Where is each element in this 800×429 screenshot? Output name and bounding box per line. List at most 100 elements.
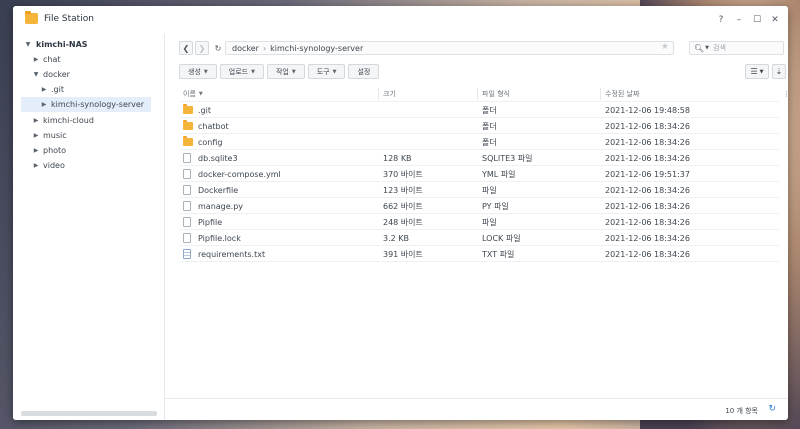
tree-root-label: kimchi-NAS xyxy=(36,40,88,49)
caret-down-icon[interactable]: ▼ xyxy=(31,71,41,78)
file-type: 파일 xyxy=(482,185,497,195)
column-header-modified[interactable]: 수정된 날짜 xyxy=(605,86,639,102)
chevron-right-icon: ❯ xyxy=(198,43,206,53)
folder-app-icon xyxy=(25,11,38,24)
sidebar-item-kimchi-synology-server[interactable]: ▶ kimchi-synology-server xyxy=(21,97,151,112)
file-type: 폴더 xyxy=(482,121,497,131)
file-type: PY 파일 xyxy=(482,201,509,211)
table-row[interactable]: Dockerfile 123 바이트 파일 2021-12-06 18:34:26 xyxy=(179,182,779,198)
caret-right-icon[interactable]: ▶ xyxy=(31,117,41,124)
settings-button[interactable]: 설정 xyxy=(348,64,380,79)
caret-right-icon[interactable]: ▶ xyxy=(31,56,41,63)
sidebar-item-label: kimchi-synology-server xyxy=(51,100,145,109)
sidebar-item-label: video xyxy=(43,161,65,170)
tools-button[interactable]: 도구 ▼ xyxy=(307,64,346,79)
file-name: Pipfile.lock xyxy=(198,233,241,243)
caret-right-icon[interactable]: ▶ xyxy=(31,162,41,169)
file-name: chatbot xyxy=(198,121,229,131)
settings-label: 설정 xyxy=(357,67,371,76)
close-button[interactable]: ✕ xyxy=(768,13,782,27)
table-row[interactable]: Pipfile.lock 3.2 KB LOCK 파일 2021-12-06 18:3… xyxy=(179,230,779,246)
file-name-cell[interactable]: docker-compose.yml xyxy=(183,166,281,182)
create-button[interactable]: 생성 ▼ xyxy=(179,64,217,79)
table-row[interactable]: .git 폴더 2021-12-06 19:48:58 xyxy=(179,102,779,118)
file-name-cell[interactable]: Pipfile.lock xyxy=(183,230,241,246)
column-divider[interactable] xyxy=(477,88,478,100)
path-segment-current[interactable]: kimchi-synology-server xyxy=(270,44,363,53)
table-row[interactable]: requirements.txt 391 바이트 TXT 파일 2021-12-06 … xyxy=(179,246,779,262)
window-title: File Station xyxy=(44,14,94,24)
sidebar-item-music[interactable]: ▶ music xyxy=(31,128,161,143)
sidebar-item-video[interactable]: ▶ video xyxy=(31,158,161,173)
folder-tree-sidebar: ▼ kimchi-NAS ▶ chat ▼ docker ▶ .git ▶ ki… xyxy=(13,34,165,420)
table-row[interactable]: config 폴더 2021-12-06 18:34:26 xyxy=(179,134,779,150)
table-row[interactable]: docker-compose.yml 370 바이트 YML 파일 2021-12-0… xyxy=(179,166,779,182)
caret-down-icon[interactable]: ▼ xyxy=(23,41,33,48)
view-mode-button[interactable]: ☰ ▼ xyxy=(745,64,769,79)
file-modified: 2021-12-06 19:51:37 xyxy=(605,169,690,179)
sort-button[interactable]: ⇣ xyxy=(772,64,786,79)
maximize-button[interactable]: ☐ xyxy=(750,13,764,27)
search-input[interactable]: 🔍︎ ▼ 검색 xyxy=(689,41,784,55)
caret-down-icon: ▼ xyxy=(759,68,764,75)
file-list-table: 이름 ▼ 크기 파일 형식 수정된 날짜 ⋮ .git 폴더 2021-12-06 1… xyxy=(179,86,788,262)
forward-button[interactable]: ❯ xyxy=(195,41,209,55)
sidebar-item-git[interactable]: ▶ .git xyxy=(39,82,161,97)
sidebar-item-docker[interactable]: ▼ docker xyxy=(31,67,161,82)
file-name: config xyxy=(198,137,223,147)
file-name-cell[interactable]: config xyxy=(183,134,222,150)
table-header: 이름 ▼ 크기 파일 형식 수정된 날짜 ⋮ xyxy=(179,86,788,102)
folder-icon xyxy=(183,104,193,114)
help-button[interactable]: ? xyxy=(714,13,728,27)
file-modified: 2021-12-06 18:34:26 xyxy=(605,201,690,211)
file-modified: 2021-12-06 18:34:26 xyxy=(605,249,690,259)
table-row[interactable]: manage.py 662 바이트 PY 파일 2021-12-06 18:34:26 xyxy=(179,198,779,214)
caret-right-icon[interactable]: ▶ xyxy=(39,86,49,93)
back-button[interactable]: ❮ xyxy=(179,41,193,55)
status-footer: 10 개 항목 ↻ xyxy=(165,398,788,420)
file-name-cell[interactable]: manage.py xyxy=(183,198,243,214)
file-size: 123 바이트 xyxy=(383,185,423,195)
file-type: YML 파일 xyxy=(482,169,516,179)
file-icon xyxy=(183,201,191,211)
caret-right-icon[interactable]: ▶ xyxy=(39,101,49,108)
refresh-path-button[interactable]: ↻ xyxy=(211,41,225,55)
sidebar-horizontal-scrollbar[interactable] xyxy=(21,411,157,416)
caret-right-icon[interactable]: ▶ xyxy=(31,147,41,154)
sidebar-item-photo[interactable]: ▶ photo xyxy=(31,143,161,158)
txt-icon xyxy=(183,249,191,259)
caret-right-icon[interactable]: ▶ xyxy=(31,132,41,139)
sidebar-item-kimchi-cloud[interactable]: ▶ kimchi-cloud xyxy=(31,113,161,128)
caret-down-icon[interactable]: ▼ xyxy=(705,45,709,51)
table-row[interactable]: chatbot 폴더 2021-12-06 18:34:26 xyxy=(179,118,779,134)
action-button[interactable]: 작업 ▼ xyxy=(266,64,305,79)
file-name-cell[interactable]: requirements.txt xyxy=(183,246,265,262)
window-controls: ? – ☐ ✕ xyxy=(714,13,782,27)
sidebar-item-chat[interactable]: ▶ chat xyxy=(31,52,161,67)
column-header-name[interactable]: 이름 ▼ xyxy=(183,86,203,102)
file-name-cell[interactable]: .git xyxy=(183,102,211,118)
main-panel: ❮ ❯ ↻ docker › kimchi-synology-server ★ … xyxy=(165,34,788,420)
tree-root-kimchi-nas[interactable]: ▼ kimchi-NAS xyxy=(23,37,163,52)
file-name-cell[interactable]: Dockerfile xyxy=(183,182,238,198)
star-icon[interactable]: ★ xyxy=(661,42,669,52)
more-columns-icon[interactable]: ⋮ xyxy=(783,86,788,102)
column-divider[interactable] xyxy=(378,88,379,100)
file-name-cell[interactable]: chatbot xyxy=(183,118,229,134)
column-divider[interactable] xyxy=(600,88,601,100)
file-size: 3.2 KB xyxy=(383,233,409,243)
refresh-icon[interactable]: ↻ xyxy=(768,404,776,414)
column-header-type[interactable]: 파일 형식 xyxy=(482,86,510,102)
path-bar[interactable]: docker › kimchi-synology-server ★ xyxy=(225,41,674,55)
upload-button[interactable]: 업로드 ▼ xyxy=(219,64,264,79)
file-name-cell[interactable]: db.sqlite3 xyxy=(183,150,238,166)
table-row[interactable]: Pipfile 248 바이트 파일 2021-12-06 18:34:26 xyxy=(179,214,779,230)
list-view-icon: ☰ xyxy=(750,67,758,76)
table-row[interactable]: db.sqlite3 128 KB SQLITE3 파일 2021-12-06 18:… xyxy=(179,150,779,166)
file-size: 128 KB xyxy=(383,153,412,163)
column-header-size[interactable]: 크기 xyxy=(383,86,396,102)
path-segment-docker[interactable]: docker xyxy=(232,44,259,53)
file-name-cell[interactable]: Pipfile xyxy=(183,214,222,230)
title-bar[interactable]: File Station ? – ☐ ✕ xyxy=(13,6,788,34)
minimize-button[interactable]: – xyxy=(732,13,746,27)
